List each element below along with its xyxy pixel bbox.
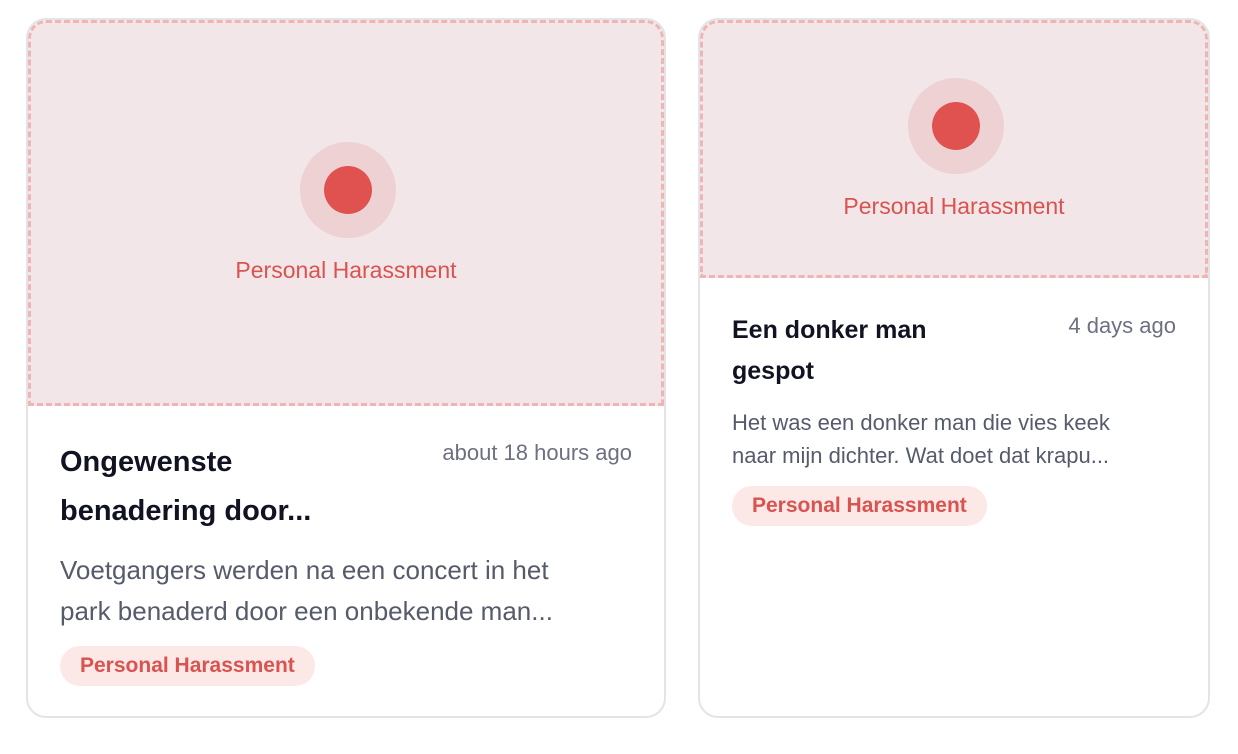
incident-card[interactable]: Personal Harassment Een donker man gespo…: [698, 18, 1210, 718]
media-category-label: Personal Harassment: [843, 193, 1065, 219]
red-dot-icon: [300, 142, 396, 238]
card-description-line: Voetgangers werden na een concert in het: [60, 555, 549, 585]
card-title[interactable]: Een donker man gespot: [732, 310, 1022, 392]
card-description-line: park benaderd door een onbekende man...: [60, 596, 553, 626]
card-description: Voetgangers werden na een concert in het…: [60, 550, 636, 632]
card-title-line: Ongewenste: [60, 446, 233, 478]
card-description-line: Het was een donker man die vies keek: [732, 410, 1110, 435]
incident-card[interactable]: Personal Harassment Ongewenste benaderin…: [26, 18, 666, 718]
red-dot-icon-center: [932, 102, 980, 150]
card-title-line: gespot: [732, 357, 814, 385]
category-badge[interactable]: Personal Harassment: [732, 486, 987, 526]
red-dot-icon-center: [324, 166, 372, 214]
card-media-placeholder: Personal Harassment: [28, 20, 664, 406]
card-title[interactable]: Ongewenste benadering door...: [60, 438, 390, 536]
card-title-line: benadering door...: [60, 495, 312, 527]
card-description-line: naar mijn dichter. Wat doet dat krapu...: [732, 443, 1110, 468]
card-description: Het was een donker man die vies keek naa…: [732, 406, 1180, 472]
media-category-label: Personal Harassment: [235, 257, 457, 283]
category-badge[interactable]: Personal Harassment: [60, 646, 315, 686]
card-timestamp: 4 days ago: [1068, 313, 1176, 338]
card-title-line: Een donker man: [732, 316, 927, 344]
card-media-placeholder: Personal Harassment: [700, 20, 1208, 278]
card-timestamp: about 18 hours ago: [442, 440, 632, 465]
red-dot-icon: [908, 78, 1004, 174]
